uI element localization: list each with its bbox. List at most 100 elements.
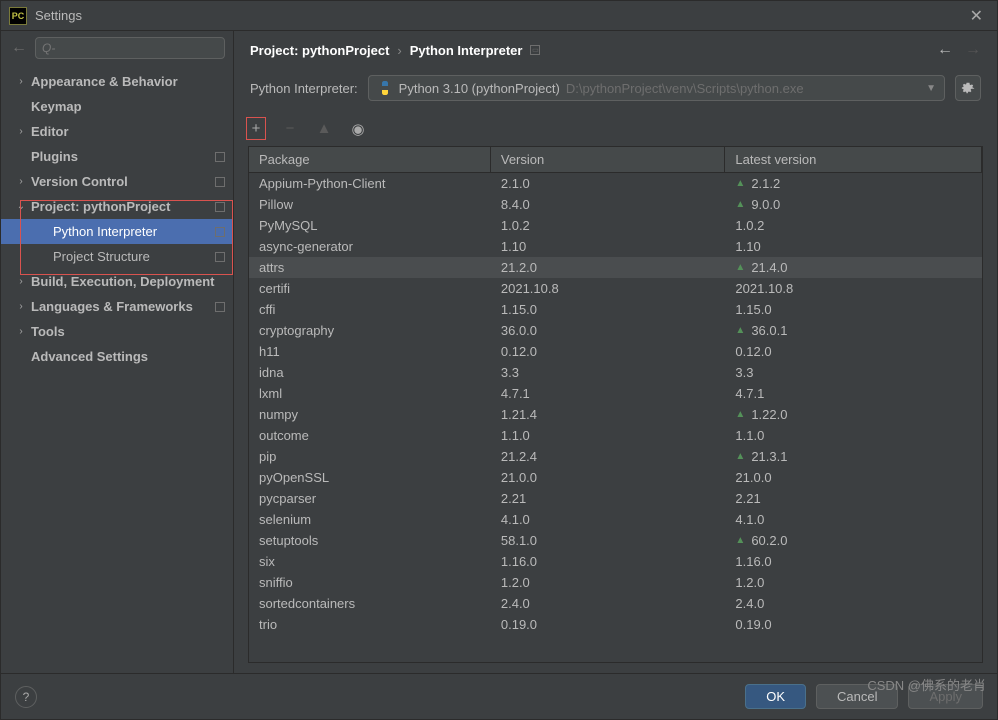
cell-package: outcome: [249, 426, 491, 445]
table-row[interactable]: certifi2021.10.82021.10.8: [249, 278, 982, 299]
cell-latest: 2.21: [725, 489, 982, 508]
main-panel: Project: pythonProject › Python Interpre…: [234, 31, 997, 673]
table-row[interactable]: cffi1.15.01.15.0: [249, 299, 982, 320]
col-latest[interactable]: Latest version: [725, 147, 982, 172]
nav-back-icon[interactable]: ←: [937, 41, 953, 59]
table-row[interactable]: trio0.19.00.19.0: [249, 614, 982, 635]
help-button[interactable]: ?: [15, 686, 37, 708]
chevron-icon: ›: [15, 276, 27, 287]
cell-latest: 4.7.1: [725, 384, 982, 403]
table-row[interactable]: h110.12.00.12.0: [249, 341, 982, 362]
upgrade-package-button: ▲: [314, 120, 334, 137]
tree-item-label: Plugins: [31, 149, 215, 164]
table-row[interactable]: pip21.2.4▲21.3.1: [249, 446, 982, 467]
cell-version: 1.21.4: [491, 405, 726, 424]
cell-package: lxml: [249, 384, 491, 403]
cell-version: 1.16.0: [491, 552, 726, 571]
cell-latest: 1.0.2: [725, 216, 982, 235]
tree-item-editor[interactable]: ›Editor: [1, 119, 233, 144]
col-package[interactable]: Package: [249, 147, 491, 172]
tree-item-languages-frameworks[interactable]: ›Languages & Frameworks: [1, 294, 233, 319]
cell-latest: 0.19.0: [725, 615, 982, 634]
cell-version: 1.15.0: [491, 300, 726, 319]
cell-latest: 1.16.0: [725, 552, 982, 571]
table-row[interactable]: pycparser2.212.21: [249, 488, 982, 509]
tree-item-label: Keymap: [31, 99, 225, 114]
cell-latest: ▲1.22.0: [725, 405, 982, 424]
table-row[interactable]: numpy1.21.4▲1.22.0: [249, 404, 982, 425]
table-row[interactable]: attrs21.2.0▲21.4.0: [249, 257, 982, 278]
upgrade-available-icon: ▲: [735, 199, 745, 210]
cell-version: 2.21: [491, 489, 726, 508]
cell-version: 21.2.0: [491, 258, 726, 277]
cell-version: 2.4.0: [491, 594, 726, 613]
scope-marker-icon: [215, 252, 225, 262]
tree-item-project-structure[interactable]: Project Structure: [1, 244, 233, 269]
table-row[interactable]: idna3.33.3: [249, 362, 982, 383]
scope-marker-icon: [215, 152, 225, 162]
ok-button[interactable]: OK: [745, 684, 806, 709]
cell-package: selenium: [249, 510, 491, 529]
table-row[interactable]: six1.16.01.16.0: [249, 551, 982, 572]
tree-item-version-control[interactable]: ›Version Control: [1, 169, 233, 194]
gear-button[interactable]: [955, 75, 981, 101]
cell-version: 36.0.0: [491, 321, 726, 340]
col-version[interactable]: Version: [491, 147, 726, 172]
tree-item-appearance-behavior[interactable]: › Appearance & Behavior: [1, 69, 233, 94]
cell-latest: 0.12.0: [725, 342, 982, 361]
cell-version: 0.19.0: [491, 615, 726, 634]
cell-package: async-generator: [249, 237, 491, 256]
table-row[interactable]: pyOpenSSL21.0.021.0.0: [249, 467, 982, 488]
close-icon[interactable]: ✕: [964, 6, 989, 26]
upgrade-available-icon: ▲: [735, 451, 745, 462]
gear-icon: [961, 81, 975, 95]
cell-latest: ▲21.4.0: [725, 258, 982, 277]
tree-item-plugins[interactable]: Plugins: [1, 144, 233, 169]
cell-latest: 2.4.0: [725, 594, 982, 613]
cell-latest: ▲9.0.0: [725, 195, 982, 214]
cell-package: Appium-Python-Client: [249, 174, 491, 193]
table-row[interactable]: sniffio1.2.01.2.0: [249, 572, 982, 593]
show-early-releases-button[interactable]: ◉: [348, 120, 368, 138]
cell-package: PyMySQL: [249, 216, 491, 235]
add-package-button[interactable]: +: [246, 117, 266, 140]
tree-item-tools[interactable]: ›Tools: [1, 319, 233, 344]
table-row[interactable]: Appium-Python-Client2.1.0▲2.1.2: [249, 173, 982, 194]
table-row[interactable]: Pillow8.4.0▲9.0.0: [249, 194, 982, 215]
interpreter-select[interactable]: Python 3.10 (pythonProject) D:\pythonPro…: [368, 75, 945, 101]
tree-item-project-pythonproject[interactable]: ⌄Project: pythonProject: [1, 194, 233, 219]
cell-latest: ▲60.2.0: [725, 531, 982, 550]
breadcrumb-project[interactable]: Project: pythonProject: [250, 43, 389, 58]
table-row[interactable]: async-generator1.101.10: [249, 236, 982, 257]
chevron-icon: ›: [15, 76, 27, 87]
cell-latest: 4.1.0: [725, 510, 982, 529]
tree-item-advanced-settings[interactable]: Advanced Settings: [1, 344, 233, 369]
cell-latest: ▲36.0.1: [725, 321, 982, 340]
table-row[interactable]: sortedcontainers2.4.02.4.0: [249, 593, 982, 614]
table-row[interactable]: outcome1.1.01.1.0: [249, 425, 982, 446]
upgrade-available-icon: ▲: [735, 325, 745, 336]
search-input[interactable]: [35, 37, 225, 59]
scope-marker-icon: [215, 302, 225, 312]
cell-version: 1.1.0: [491, 426, 726, 445]
tree-item-python-interpreter[interactable]: Python Interpreter: [1, 219, 233, 244]
table-row[interactable]: lxml4.7.14.7.1: [249, 383, 982, 404]
back-arrow-icon[interactable]: ←: [9, 39, 29, 57]
window-title: Settings: [35, 8, 964, 23]
table-row[interactable]: selenium4.1.04.1.0: [249, 509, 982, 530]
cell-version: 2021.10.8: [491, 279, 726, 298]
table-row[interactable]: cryptography36.0.0▲36.0.1: [249, 320, 982, 341]
cell-package: numpy: [249, 405, 491, 424]
tree-item-keymap[interactable]: Keymap: [1, 94, 233, 119]
chevron-down-icon: ▼: [926, 83, 936, 94]
cancel-button[interactable]: Cancel: [816, 684, 898, 709]
scope-marker-icon: [215, 202, 225, 212]
table-row[interactable]: PyMySQL1.0.21.0.2: [249, 215, 982, 236]
tree-item-label: Python Interpreter: [53, 224, 215, 239]
tree-item-label: Appearance & Behavior: [31, 74, 225, 89]
tree-item-build-execution-deployment[interactable]: ›Build, Execution, Deployment: [1, 269, 233, 294]
table-row[interactable]: setuptools58.1.0▲60.2.0: [249, 530, 982, 551]
scope-marker-icon: [215, 227, 225, 237]
cell-package: h11: [249, 342, 491, 361]
breadcrumb: Project: pythonProject › Python Interpre…: [234, 31, 997, 69]
